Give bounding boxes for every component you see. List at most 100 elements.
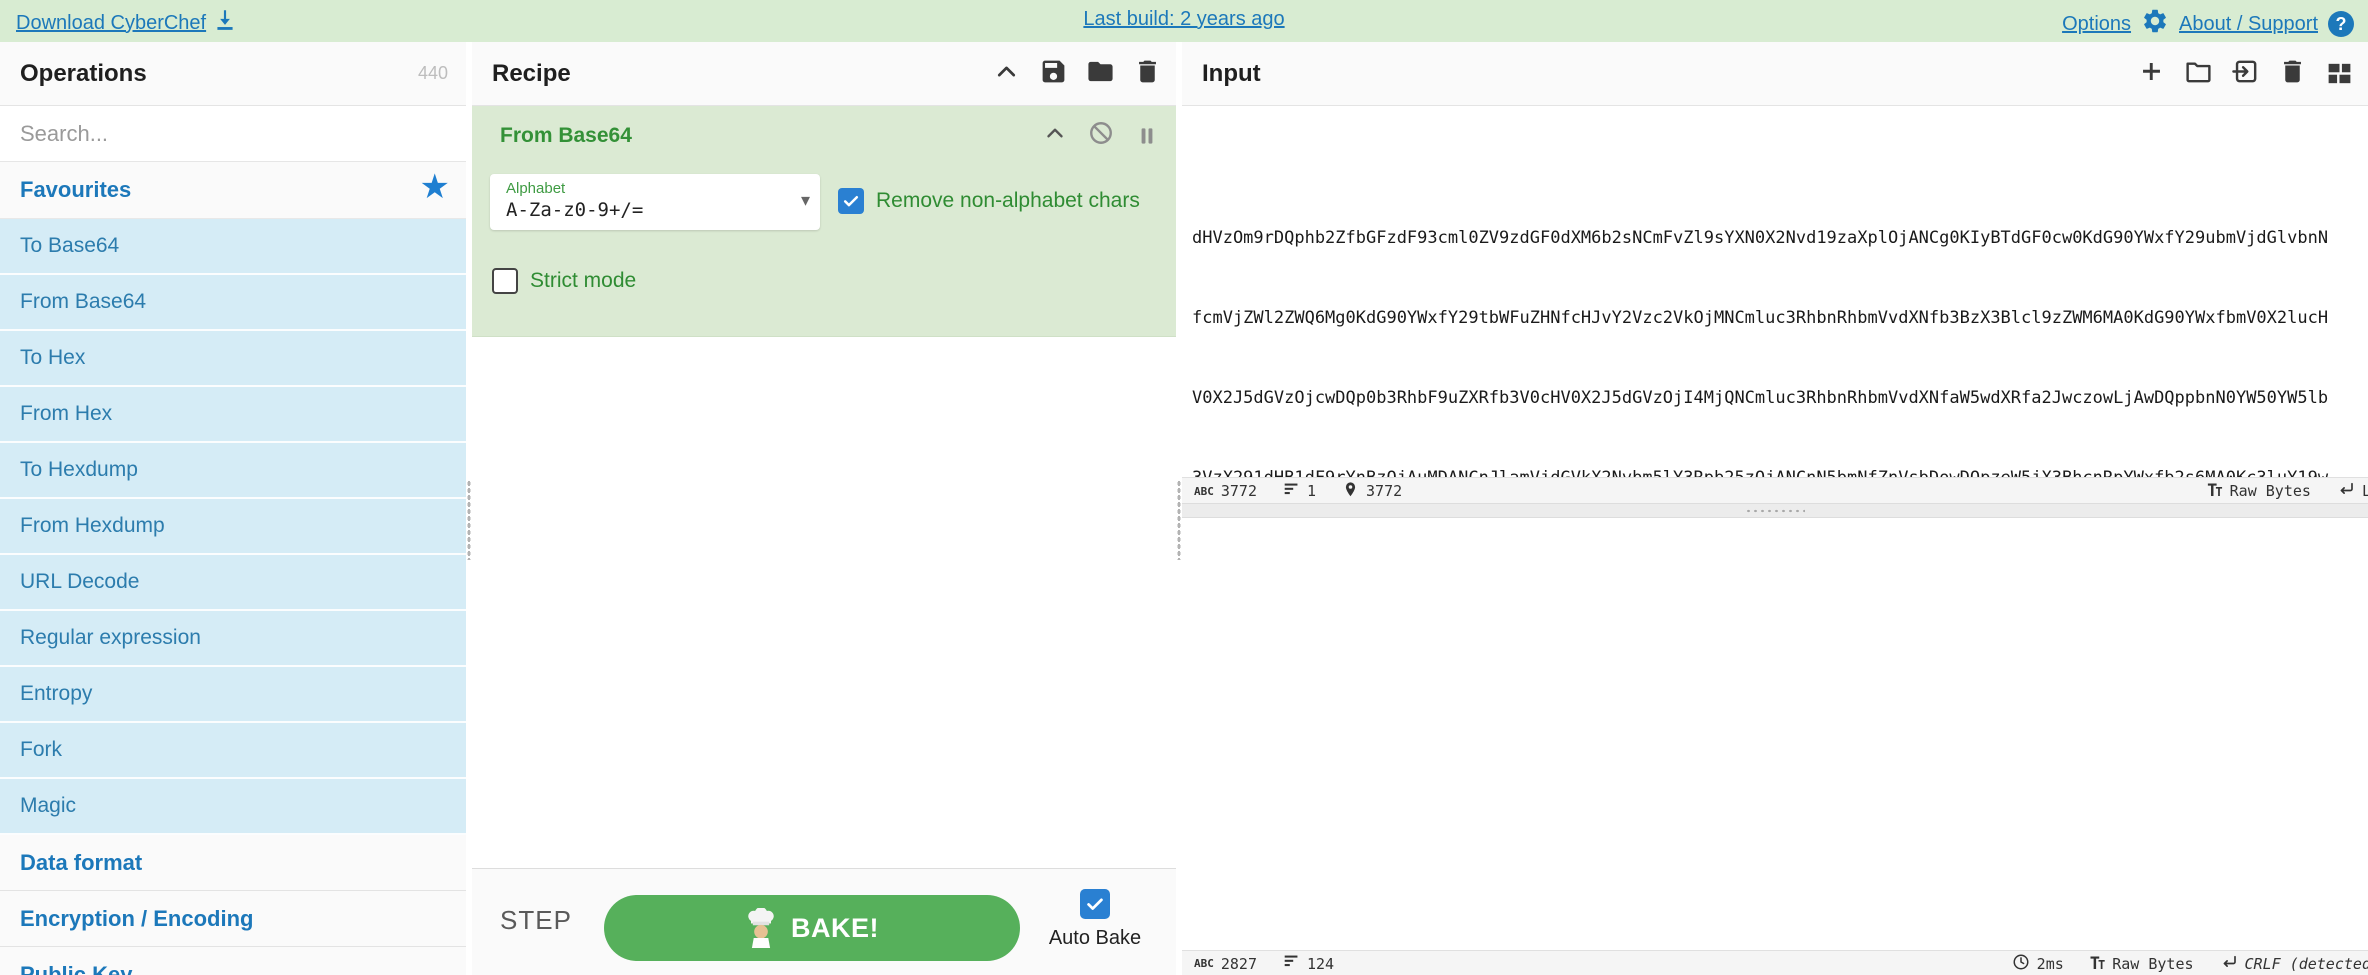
- output-char-count-status: ABC 2827: [1194, 954, 1257, 973]
- alphabet-label: Alphabet: [506, 180, 566, 197]
- io-panel: Input dHVzOm9rDQphb2ZfbGFzdF93cml0ZV9zdG…: [1182, 42, 2368, 975]
- operation-item[interactable]: URL Decode: [0, 555, 466, 611]
- last-build-link[interactable]: Last build: 2 years ago: [0, 8, 2368, 31]
- input-line: V0X2J5dGVzOjcwDQp0b3RhbF9uZXRfb3V0cHV0X2…: [1192, 387, 2329, 408]
- chef-icon: [745, 908, 777, 948]
- input-line: dHVzOm9rDQphb2ZfbGFzdF93cml0ZV9zdGF0dXM6…: [1192, 228, 2329, 249]
- input-status-bar: ABC 3772 1 3772 TT Raw Bytes L: [1182, 477, 2368, 504]
- breakpoint-pause-icon[interactable]: [1134, 123, 1160, 149]
- strict-mode-label[interactable]: Strict mode: [530, 269, 636, 293]
- load-recipe-button[interactable]: [1086, 57, 1115, 91]
- chevron-down-icon[interactable]: ▾: [801, 190, 810, 211]
- operation-controls: [1042, 120, 1160, 151]
- category-data-format[interactable]: Data format: [0, 835, 466, 891]
- chevron-up-icon: [1042, 120, 1068, 151]
- trash-icon: [2278, 57, 2307, 91]
- character-encoding-icon: TT: [2207, 481, 2223, 501]
- about-support-link[interactable]: About / Support: [2179, 13, 2318, 36]
- io-splitter[interactable]: [1182, 503, 2368, 518]
- operations-count: 440: [417, 63, 448, 83]
- input-tabs-icon[interactable]: [2325, 59, 2354, 88]
- input-header: Input: [1182, 42, 2368, 106]
- top-banner: Download CyberChef Last build: 2 years a…: [0, 0, 2368, 42]
- remove-nonalphabet-checkbox[interactable]: [838, 188, 864, 214]
- disable-operation-button[interactable]: [1088, 120, 1114, 151]
- remove-nonalphabet-checkbox-row[interactable]: Remove non-alphabet chars: [838, 188, 1140, 214]
- auto-bake-label: Auto Bake: [1048, 927, 1142, 949]
- char-count-icon: ABC: [1194, 957, 1214, 970]
- open-file-button[interactable]: [2231, 57, 2260, 91]
- character-encoding-icon: TT: [2089, 953, 2106, 974]
- clear-recipe-button[interactable]: [1133, 57, 1162, 91]
- star-icon[interactable]: ★: [420, 170, 450, 204]
- operation-item[interactable]: Fork: [0, 723, 466, 779]
- recipe-panel: Recipe From Base64 Alphabet A-Za-z0-9+/=…: [472, 42, 1176, 975]
- operations-panel: Operations 440 Favourites ★ To Base64 Fr…: [0, 42, 466, 975]
- operation-name: From Base64: [500, 124, 632, 147]
- input-eol-selector[interactable]: LF: [2337, 480, 2368, 502]
- line-ending-icon: [2220, 953, 2238, 975]
- bake-label: BAKE!: [791, 912, 879, 943]
- line-count-status: 1: [1283, 481, 1316, 502]
- strict-mode-checkbox[interactable]: [492, 268, 518, 294]
- operation-item[interactable]: To Hexdump: [0, 443, 466, 499]
- open-folder-button[interactable]: [2184, 57, 2213, 91]
- options-link[interactable]: Options: [2062, 13, 2131, 36]
- plus-icon: [2137, 57, 2166, 91]
- save-recipe-button[interactable]: [1039, 57, 1068, 91]
- output-line-count-status: 124: [1283, 953, 1334, 974]
- category-public-key[interactable]: Public Key: [0, 947, 466, 975]
- recipe-header: Recipe: [472, 42, 1176, 106]
- location-pin-icon: [1342, 481, 1359, 502]
- open-file-icon: [2231, 57, 2260, 91]
- input-line: fcmVjZWl2ZWQ6Mg0KdG90YWxfY29tbWFuZHNfcHJ…: [1192, 307, 2329, 328]
- auto-bake-toggle[interactable]: Auto Bake: [1040, 889, 1150, 950]
- operation-item[interactable]: Regular expression: [0, 611, 466, 667]
- save-icon: [1039, 57, 1068, 91]
- output-status-bar: ABC 2827 124 2ms TT Raw Bytes CRLF (dete…: [1182, 950, 2368, 975]
- search-row: [0, 106, 466, 162]
- gear-icon: [2141, 7, 2169, 41]
- search-input[interactable]: [0, 119, 442, 148]
- clear-io-button[interactable]: [2278, 57, 2307, 91]
- step-button[interactable]: STEP: [500, 905, 572, 936]
- trash-icon: [1133, 57, 1162, 91]
- line-ending-icon: [2337, 480, 2355, 502]
- collapse-operation-button[interactable]: [1042, 120, 1068, 151]
- operation-item[interactable]: From Hexdump: [0, 499, 466, 555]
- operation-item[interactable]: Entropy: [0, 667, 466, 723]
- operation-item[interactable]: Magic: [0, 779, 466, 835]
- recipe-title: Recipe: [492, 59, 571, 87]
- output-encoding-selector[interactable]: TT Raw Bytes: [2090, 954, 2194, 974]
- bake-button[interactable]: BAKE!: [604, 895, 1020, 961]
- operation-item[interactable]: To Hex: [0, 331, 466, 387]
- cursor-position-status: 3772: [1342, 481, 1402, 502]
- operation-item[interactable]: From Base64: [0, 275, 466, 331]
- add-input-tab-button[interactable]: [2137, 57, 2166, 91]
- recipe-operation-from-base64[interactable]: From Base64 Alphabet A-Za-z0-9+/= ▾ Remo…: [472, 106, 1176, 337]
- cyberchef-app: Download CyberChef Last build: 2 years a…: [0, 0, 2368, 975]
- auto-bake-checkbox[interactable]: [1080, 889, 1110, 919]
- char-count-icon: ABC: [1194, 484, 1214, 498]
- favourites-label: Favourites: [20, 177, 132, 202]
- strict-mode-checkbox-row[interactable]: Strict mode: [492, 268, 636, 294]
- output-eol-selector[interactable]: CRLF (detected): [2220, 953, 2368, 975]
- chevron-up-icon: [992, 57, 1021, 91]
- alphabet-field[interactable]: Alphabet A-Za-z0-9+/= ▾: [490, 174, 820, 230]
- ban-icon: [1088, 120, 1114, 151]
- category-encryption-encoding[interactable]: Encryption / Encoding: [0, 891, 466, 947]
- input-encoding-selector[interactable]: TT Raw Bytes: [2207, 481, 2311, 501]
- input-header-icons: [2137, 42, 2354, 105]
- remove-nonalphabet-label[interactable]: Remove non-alphabet chars: [876, 189, 1140, 213]
- options-button[interactable]: [2141, 7, 2169, 41]
- operation-item[interactable]: From Hex: [0, 387, 466, 443]
- help-icon[interactable]: ?: [2328, 11, 2354, 37]
- favourites-header[interactable]: Favourites ★: [0, 162, 466, 219]
- clock-icon: [2012, 953, 2030, 975]
- folder-open-icon: [2184, 57, 2213, 91]
- bake-controls-bar: STEP BAKE! Auto Bake: [472, 868, 1176, 975]
- operation-item[interactable]: To Base64: [0, 219, 466, 275]
- collapse-recipe-button[interactable]: [992, 57, 1021, 91]
- bake-time-status: 2ms: [2012, 953, 2064, 975]
- operations-title: Operations: [20, 59, 147, 87]
